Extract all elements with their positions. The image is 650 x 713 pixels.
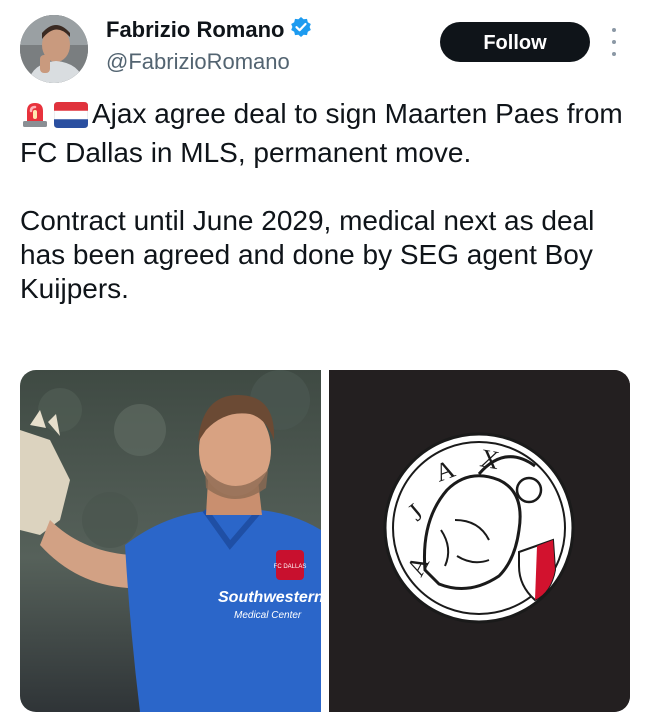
tweet-paragraph-1: Ajax agree deal to sign Maarten Paes fro… [20,97,635,170]
name-row: Fabrizio Romano [106,16,312,43]
follow-button[interactable]: Follow [440,22,590,62]
avatar[interactable] [20,15,88,83]
sponsor-line-2: Medical Center [234,610,302,621]
photo-right[interactable]: A J A X [329,370,630,712]
tweet-paragraph-2: Contract until June 2029, medical next a… [20,205,595,304]
media-grid: FC DALLAS Southwestern Medical Center A … [20,370,630,712]
netherlands-flag-icon [53,101,89,136]
photo-left[interactable]: FC DALLAS Southwestern Medical Center [20,370,321,712]
tweet-text: Ajax agree deal to sign Maarten Paes fro… [20,97,635,340]
rotating-light-icon [20,100,50,136]
author-handle[interactable]: @FabrizioRomano [106,49,290,75]
author-name[interactable]: Fabrizio Romano [106,17,284,43]
verified-badge-icon [290,16,312,43]
sponsor-line-1: Southwestern [218,589,321,606]
tweet-paragraph-1-text: Ajax agree deal to sign Maarten Paes fro… [20,98,623,168]
tweet-header: Fabrizio Romano @FabrizioRomano Follow [0,0,650,90]
more-options-icon[interactable] [608,28,620,56]
club-badge-text: FC DALLAS [274,564,307,570]
